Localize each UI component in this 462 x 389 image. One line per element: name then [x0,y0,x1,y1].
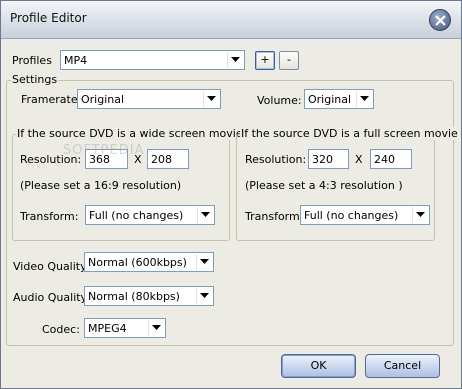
chevron-down-icon [200,293,209,298]
chevron-down-icon [200,259,209,264]
wide-transform-select[interactable]: Full (no changes) [85,205,215,225]
wide-height-value: 208 [151,153,172,166]
audio-quality-label: Audio Quality: [13,291,90,304]
full-width-value: 320 [312,153,333,166]
window-title: Profile Editor [10,11,87,25]
audio-quality-dropdown-arrow[interactable] [196,288,212,304]
codec-select[interactable]: MPEG4 [84,318,166,338]
codec-value: MPEG4 [88,322,127,335]
full-transform-label: Transform: [245,210,304,223]
full-width-input[interactable]: 320 [308,149,349,169]
framerate-dropdown-arrow[interactable] [203,91,219,107]
profiles-label: Profiles [12,54,52,67]
watermark: SOFTPEDIA [63,143,145,158]
audio-quality-value: Normal (80kbps) [88,290,180,303]
video-quality-label: Video Quality: [13,260,90,273]
remove-profile-button[interactable]: - [279,51,299,70]
chevron-down-icon [416,212,425,217]
full-resolution-hint: (Please set a 4:3 resolution ) [245,179,403,192]
codec-label: Codec: [42,323,80,336]
chevron-down-icon [207,96,216,101]
video-quality-value: Normal (600kbps) [88,256,187,269]
chevron-down-icon [152,325,161,330]
video-quality-dropdown-arrow[interactable] [196,254,212,270]
framerate-label: Framerate: [21,93,82,106]
codec-dropdown-arrow[interactable] [148,320,164,336]
wide-screen-legend: If the source DVD is a wide screen movie [16,127,244,140]
title-bar[interactable]: Profile Editor [1,1,461,39]
volume-value: Original [308,93,352,106]
full-resolution-label: Resolution: [245,153,307,166]
framerate-value: Original [81,93,125,106]
profiles-dropdown-arrow[interactable] [227,52,243,68]
wide-transform-dropdown-arrow[interactable] [197,207,213,223]
full-transform-dropdown-arrow[interactable] [412,207,428,223]
volume-select[interactable]: Original [304,89,374,109]
full-screen-legend: If the source DVD is a full screen movie [240,127,459,140]
full-transform-select[interactable]: Full (no changes) [300,205,430,225]
wide-resolution-hint: (Please set a 16:9 resolution) [20,179,182,192]
close-button[interactable] [429,9,451,31]
audio-quality-select[interactable]: Normal (80kbps) [84,286,214,306]
wide-height-input[interactable]: 208 [147,149,189,169]
framerate-select[interactable]: Original [77,89,221,109]
close-icon [435,15,446,26]
full-transform-value: Full (no changes) [304,209,399,222]
chevron-down-icon [201,212,210,217]
video-quality-select[interactable]: Normal (600kbps) [84,252,214,272]
volume-label: Volume: [257,94,302,107]
full-x-label: X [355,153,363,166]
chevron-down-icon [231,57,240,62]
profiles-select[interactable]: MP4 [60,50,245,70]
full-height-input[interactable]: 240 [370,149,412,169]
profile-editor-window: Profile Editor Profiles MP4 + - Settings… [0,0,462,389]
ok-button[interactable]: OK [281,354,356,378]
wide-transform-label: Transform: [20,210,79,223]
profiles-value: MP4 [64,54,88,67]
cancel-button[interactable]: Cancel [365,354,440,378]
add-profile-button[interactable]: + [255,51,275,70]
wide-transform-value: Full (no changes) [89,209,184,222]
chevron-down-icon [360,96,369,101]
settings-legend: Settings [11,73,59,86]
full-height-value: 240 [374,153,395,166]
volume-dropdown-arrow[interactable] [356,91,372,107]
